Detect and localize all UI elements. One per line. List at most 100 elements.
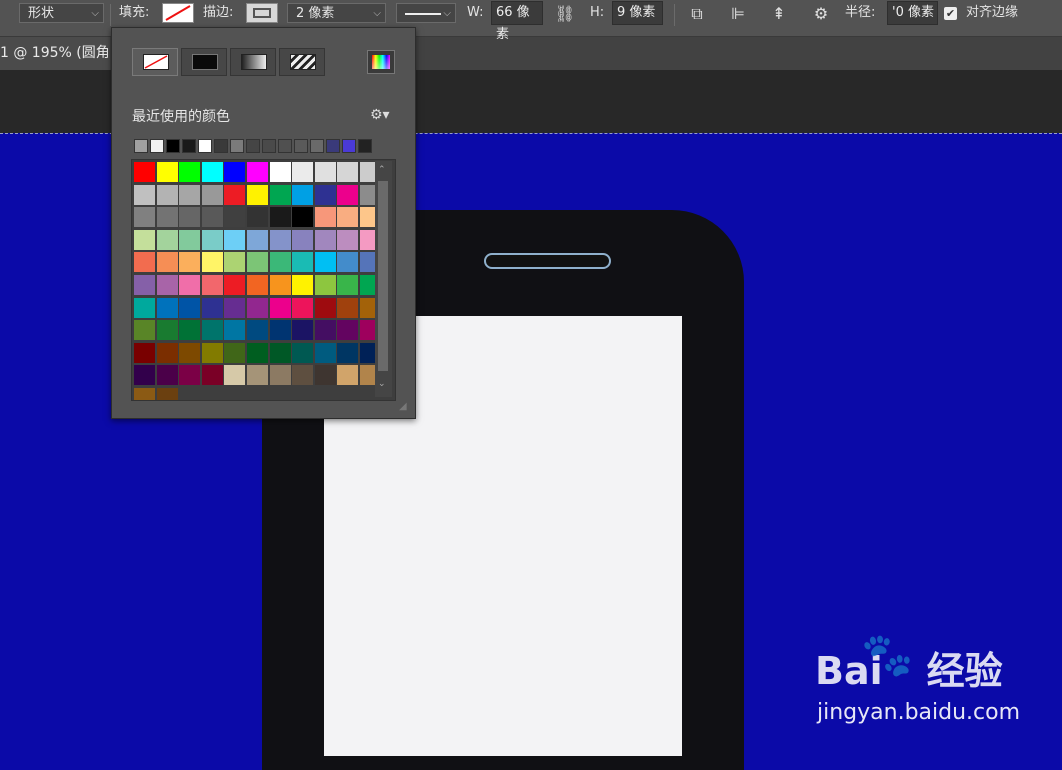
color-swatch[interactable] [269, 252, 291, 273]
color-swatch[interactable] [314, 365, 336, 386]
recent-color-swatch[interactable] [230, 139, 244, 153]
color-swatch[interactable] [224, 365, 246, 386]
recent-color-swatch[interactable] [166, 139, 180, 153]
color-swatch[interactable] [201, 275, 223, 295]
color-swatch[interactable] [201, 320, 223, 341]
color-swatch[interactable] [292, 297, 314, 318]
color-swatch[interactable] [134, 342, 155, 363]
color-swatch[interactable] [314, 207, 336, 228]
color-swatch[interactable] [247, 229, 268, 250]
recent-color-swatch[interactable] [358, 139, 372, 153]
scroll-up-icon[interactable]: ⌃ [378, 165, 386, 175]
color-swatch[interactable] [314, 320, 336, 341]
color-swatch[interactable] [337, 207, 359, 228]
color-swatch[interactable] [224, 297, 246, 318]
color-swatch[interactable] [156, 297, 178, 318]
gear-icon[interactable]: ⚙ [810, 4, 832, 24]
color-swatch[interactable] [156, 275, 178, 295]
scroll-thumb[interactable] [378, 181, 388, 371]
fill-gradient-button[interactable] [230, 48, 276, 76]
color-swatch[interactable] [337, 229, 359, 250]
color-swatch[interactable] [134, 252, 155, 273]
color-swatch[interactable] [134, 320, 155, 341]
color-swatch[interactable] [179, 320, 201, 341]
color-swatch[interactable] [134, 297, 155, 318]
color-swatch[interactable] [337, 162, 359, 182]
color-swatch[interactable] [179, 184, 201, 205]
color-swatch[interactable] [247, 162, 268, 182]
color-swatch[interactable] [224, 320, 246, 341]
color-swatch[interactable] [201, 365, 223, 386]
color-swatch[interactable] [269, 184, 291, 205]
color-swatch[interactable] [337, 275, 359, 295]
color-swatch[interactable] [134, 184, 155, 205]
color-swatch[interactable] [179, 365, 201, 386]
color-swatch[interactable] [201, 342, 223, 363]
color-swatch[interactable] [179, 162, 201, 182]
color-swatch[interactable] [201, 184, 223, 205]
shape-mode-dropdown[interactable]: 形状 ⌵ [19, 3, 104, 23]
color-swatch[interactable] [201, 229, 223, 250]
color-swatch[interactable] [337, 320, 359, 341]
color-swatch[interactable] [314, 229, 336, 250]
color-swatch[interactable] [247, 252, 268, 273]
color-swatch[interactable] [201, 207, 223, 228]
swatch-scrollbar[interactable]: ⌃ ⌄ [375, 161, 392, 397]
fill-pattern-button[interactable] [279, 48, 325, 76]
radius-input[interactable]: '0 像素 [887, 1, 938, 25]
color-swatch[interactable] [224, 229, 246, 250]
stroke-type-dropdown[interactable]: ⌵ [396, 3, 456, 23]
align-edges-checkbox[interactable]: ✔ [944, 7, 957, 20]
recent-color-swatch[interactable] [134, 139, 148, 153]
color-swatch[interactable] [247, 342, 268, 363]
color-swatch[interactable] [247, 207, 268, 228]
color-swatch[interactable] [224, 252, 246, 273]
color-swatch[interactable] [247, 184, 268, 205]
resize-grip-icon[interactable]: ◢ [399, 401, 407, 412]
stroke-swatch-button[interactable] [246, 3, 278, 23]
color-swatch[interactable] [156, 162, 178, 182]
color-swatch[interactable] [247, 297, 268, 318]
recent-color-swatch[interactable] [294, 139, 308, 153]
color-swatch[interactable] [292, 365, 314, 386]
color-swatch[interactable] [156, 207, 178, 228]
color-swatch[interactable] [269, 275, 291, 295]
color-swatch[interactable] [269, 365, 291, 386]
color-swatch[interactable] [292, 229, 314, 250]
color-swatch[interactable] [156, 365, 178, 386]
recent-color-swatch[interactable] [278, 139, 292, 153]
color-swatch[interactable] [314, 275, 336, 295]
color-swatch[interactable] [224, 342, 246, 363]
recent-color-swatch[interactable] [182, 139, 196, 153]
color-swatch[interactable] [337, 297, 359, 318]
color-swatch[interactable] [269, 229, 291, 250]
color-swatch[interactable] [314, 252, 336, 273]
recent-color-swatch[interactable] [310, 139, 324, 153]
panel-settings-gear-icon[interactable]: ⚙▾ [370, 107, 390, 123]
color-swatch[interactable] [269, 162, 291, 182]
recent-color-swatch[interactable] [246, 139, 260, 153]
color-swatch[interactable] [314, 342, 336, 363]
color-swatch[interactable] [314, 184, 336, 205]
color-swatch[interactable] [156, 229, 178, 250]
color-swatch[interactable] [156, 184, 178, 205]
fill-none-button[interactable] [132, 48, 178, 76]
color-swatch[interactable] [314, 162, 336, 182]
color-swatch[interactable] [201, 252, 223, 273]
path-arrangement-icon[interactable]: ⇞ [768, 4, 790, 24]
color-swatch[interactable] [156, 388, 178, 400]
path-operations-icon[interactable]: ⧉ [686, 4, 708, 24]
color-swatch[interactable] [179, 297, 201, 318]
height-input[interactable]: 9 像素 [612, 1, 663, 25]
recent-color-swatch[interactable] [150, 139, 164, 153]
color-swatch[interactable] [134, 275, 155, 295]
color-swatch[interactable] [337, 252, 359, 273]
stroke-width-field[interactable]: 2 像素 ⌵ [287, 3, 386, 23]
recent-color-swatch[interactable] [342, 139, 356, 153]
color-swatch[interactable] [269, 207, 291, 228]
color-swatch[interactable] [292, 320, 314, 341]
color-swatch[interactable] [269, 320, 291, 341]
fill-solid-button[interactable] [181, 48, 227, 76]
width-input[interactable]: 66 像素 [491, 1, 543, 42]
color-picker-button[interactable] [367, 50, 395, 74]
